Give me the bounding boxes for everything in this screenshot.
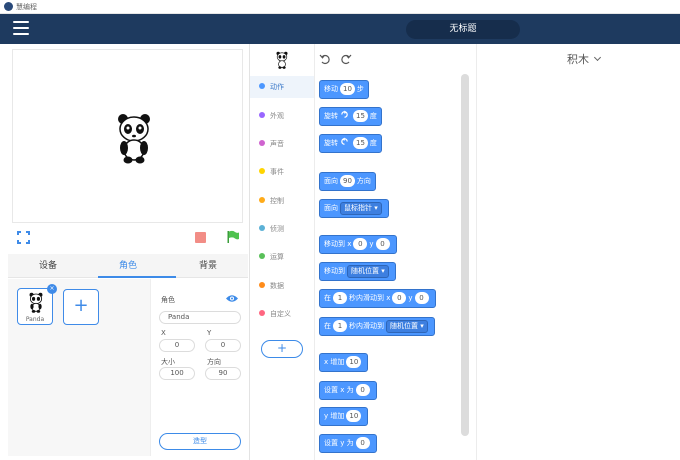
sprite-name-input[interactable]: Panda — [159, 311, 241, 324]
app-logo-icon — [4, 2, 13, 11]
block-point-direction[interactable]: 面向 90 方向 — [319, 172, 376, 191]
block-goto-xy[interactable]: 移动到 x0y0 — [319, 235, 397, 254]
category-panel: 动作 外观 声音 事件 控制 侦测 运算 数据 自定义 + — [250, 44, 315, 460]
category-dot-icon — [259, 282, 265, 288]
direction-input[interactable]: 90 — [205, 367, 241, 380]
category-dot-icon — [259, 310, 265, 316]
stage-controls — [12, 228, 243, 250]
top-bar: 无标题 — [0, 14, 680, 44]
x-input[interactable]: 0 — [159, 339, 195, 352]
category-dot-icon — [259, 140, 265, 146]
app-name: 慧编程 — [16, 3, 37, 11]
category-dot-icon — [259, 253, 265, 259]
add-extension-button[interactable]: + — [261, 340, 303, 358]
block-move-steps[interactable]: 移动 10 步 — [319, 80, 369, 99]
y-input[interactable]: 0 — [205, 339, 241, 352]
block-turn-left[interactable]: 旋转 15 度 — [319, 134, 382, 153]
undo-icon[interactable] — [319, 53, 331, 65]
block-change-y[interactable]: y 增加 10 — [319, 407, 369, 426]
add-sprite-button[interactable]: + — [63, 289, 99, 325]
visibility-eye-icon[interactable] — [225, 294, 239, 303]
category-custom[interactable]: 自定义 — [250, 303, 314, 325]
category-dot-icon — [259, 83, 265, 89]
category-variables[interactable]: 数据 — [250, 275, 314, 297]
block-turn-right[interactable]: 旋转 15 度 — [319, 107, 382, 126]
category-dot-icon — [259, 112, 265, 118]
sprite-list: Panda × + — [8, 279, 150, 456]
block-goto[interactable]: 移动到 随机位置 ▾ — [319, 262, 396, 281]
delete-sprite-icon[interactable]: × — [47, 284, 57, 294]
active-tab-indicator — [98, 276, 176, 278]
tab-sprites[interactable]: 角色 — [88, 254, 168, 278]
redo-icon[interactable] — [340, 53, 352, 65]
blocks-mode-dropdown[interactable]: 积木 — [567, 51, 602, 67]
category-sensing[interactable]: 侦测 — [250, 218, 314, 240]
sprite-name: Panda — [25, 316, 45, 323]
category-sound[interactable]: 声音 — [250, 133, 314, 155]
fullscreen-icon[interactable] — [17, 231, 30, 244]
rotate-right-icon — [341, 110, 348, 118]
category-events[interactable]: 事件 — [250, 161, 314, 183]
block-change-x[interactable]: x 增加 10 — [319, 353, 369, 372]
hamburger-menu-icon[interactable] — [13, 21, 29, 35]
category-motion[interactable]: 动作 — [250, 76, 314, 98]
size-label: 大小 — [161, 358, 175, 366]
block-set-x[interactable]: 设置 x 为0 — [319, 381, 377, 400]
category-looks[interactable]: 外观 — [250, 105, 314, 127]
category-dot-icon — [259, 225, 265, 231]
x-label: X — [161, 329, 166, 337]
direction-label: 方向 — [207, 358, 221, 366]
rotate-left-icon — [341, 137, 348, 145]
glide-dropdown[interactable]: 随机位置 ▾ — [386, 320, 428, 333]
panda-sprite-icon[interactable] — [117, 112, 151, 164]
point-towards-dropdown[interactable]: 鼠标指针 ▾ — [340, 202, 382, 215]
green-flag-icon[interactable] — [226, 230, 240, 244]
costume-button[interactable]: 造型 — [159, 433, 241, 450]
chevron-down-icon — [593, 53, 602, 62]
block-glide-xy[interactable]: 在 1 秒内滑动到 x0y0 — [319, 289, 436, 308]
block-point-towards[interactable]: 面向 鼠标指针 ▾ — [319, 199, 389, 218]
stop-icon[interactable] — [195, 232, 206, 243]
y-label: Y — [207, 329, 212, 337]
category-operators[interactable]: 运算 — [250, 246, 314, 268]
window-titlebar: 慧编程 — [0, 0, 680, 14]
script-workspace[interactable]: 积木 — [476, 44, 680, 460]
role-label: 角色 — [161, 296, 175, 304]
category-control[interactable]: 控制 — [250, 190, 314, 212]
category-dot-icon — [259, 168, 265, 174]
panda-target-icon[interactable] — [276, 51, 288, 69]
project-title[interactable]: 无标题 — [406, 20, 520, 39]
palette-scrollbar[interactable] — [461, 74, 469, 436]
sprite-properties: 角色 Panda X Y 0 0 大小 方向 100 90 造型 — [150, 279, 248, 456]
sprite-tabs: 设备 角色 背景 — [8, 254, 248, 278]
block-glide[interactable]: 在 1 秒内滑动到 随机位置 ▾ — [319, 317, 435, 336]
tab-devices[interactable]: 设备 — [8, 254, 88, 278]
panda-thumb-icon — [29, 292, 43, 313]
block-palette: 移动 10 步 旋转 15 度 旋转 15 度 面向 90 方向 面向 鼠标指针 ▾ 移动到 x0… — [315, 44, 475, 460]
sprite-thumbnail[interactable]: Panda × — [17, 284, 57, 325]
goto-dropdown[interactable]: 随机位置 ▾ — [347, 265, 389, 278]
category-dot-icon — [259, 197, 265, 203]
size-input[interactable]: 100 — [159, 367, 195, 380]
block-set-y[interactable]: 设置 y 为0 — [319, 434, 377, 453]
stage-canvas[interactable] — [12, 49, 243, 223]
tab-backgrounds[interactable]: 背景 — [168, 254, 248, 278]
